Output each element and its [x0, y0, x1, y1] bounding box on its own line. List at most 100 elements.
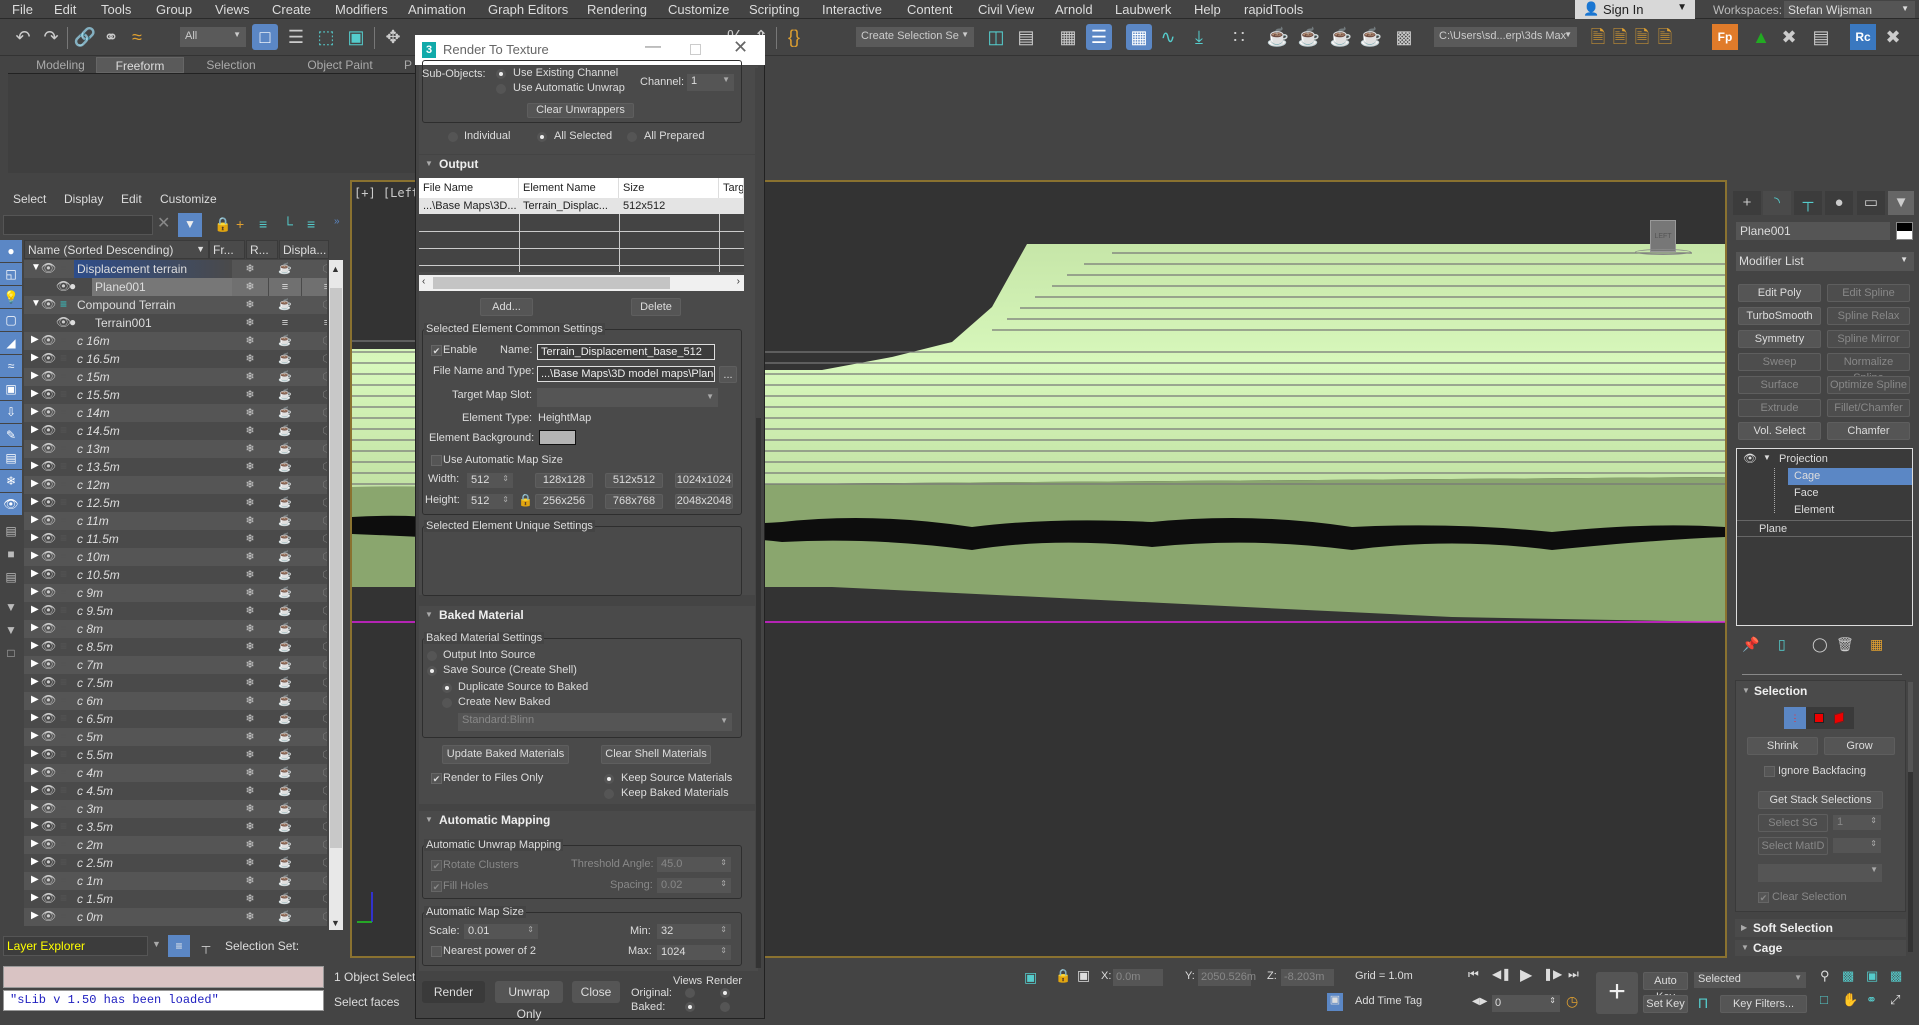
se-menu-select[interactable]: Select — [13, 192, 46, 206]
unlink-icon[interactable]: ⚭ — [98, 24, 124, 50]
expand-icon[interactable]: ▶ — [31, 658, 39, 669]
layer-icon[interactable]: ≡ — [60, 513, 67, 527]
modifier-button-edit-spline[interactable]: Edit Spline — [1827, 284, 1910, 302]
freeze-icon[interactable]: ❄ — [232, 890, 268, 908]
row-name[interactable]: c 4.5m — [74, 782, 232, 800]
height-spinner[interactable]: 512 ⇕ — [467, 494, 513, 509]
renderable-teapot-icon[interactable]: ☕ — [269, 836, 301, 854]
expand-icon[interactable]: ▶ — [31, 550, 39, 561]
close-icon[interactable]: ✕ — [733, 37, 748, 58]
layer-icon[interactable]: ≡ — [60, 729, 67, 743]
auto-map-size-checkbox[interactable] — [431, 455, 442, 466]
se-menu-edit[interactable]: Edit — [121, 192, 142, 206]
table-row[interactable]: ▶ 👁 ≡ c 9m ❄ ☕ ⬡ — [24, 584, 327, 602]
max-spinner[interactable]: 1024 ⇕ — [657, 945, 731, 960]
freeze-icon[interactable]: ❄ — [232, 386, 268, 404]
layer-icon[interactable]: ≡ — [60, 405, 67, 419]
display-box-icon[interactable]: ⬡ — [302, 836, 327, 854]
time-tag-icon[interactable]: ▣ — [1327, 993, 1343, 1011]
table-row[interactable]: ▶ 👁 ≡ c 11.5m ❄ ☕ ⬡ — [24, 530, 327, 548]
rc-tools-icon[interactable]: ✖ — [1880, 24, 1906, 50]
soft-selection-rollout[interactable]: ▶ Soft Selection — [1735, 919, 1906, 937]
render-setup-icon[interactable]: ☕ — [1265, 24, 1291, 50]
renderable-teapot-icon[interactable]: ☕ — [269, 872, 301, 890]
column-file-name[interactable]: File Name — [419, 178, 519, 198]
tools-icon[interactable]: ✖ — [1776, 24, 1802, 50]
table-row[interactable]: 👁 ● Plane001 ❄ ≡ ≡ — [24, 278, 327, 296]
enable-checkbox[interactable]: ✔ — [431, 345, 442, 356]
renderable-teapot-icon[interactable]: ☕ — [269, 422, 301, 440]
menu-views[interactable]: Views — [215, 2, 249, 17]
display-box-icon[interactable]: ⬡ — [302, 854, 327, 872]
freeze-icon[interactable]: ❄ — [232, 440, 268, 458]
display-box-icon[interactable]: ⬡ — [302, 476, 327, 494]
modifier-button-spline-mirror[interactable]: Spline Mirror — [1827, 330, 1910, 348]
layer-icon[interactable]: ≡ — [60, 747, 67, 761]
freeze-icon[interactable]: ❄ — [232, 602, 268, 620]
add-element-button[interactable]: Add... — [480, 298, 533, 316]
display-box-icon[interactable]: ⬡ — [302, 530, 327, 548]
table-row[interactable]: ▶ 👁 ≡ c 12.5m ❄ ☕ ⬡ — [24, 494, 327, 512]
eye-icon[interactable]: 👁 — [41, 459, 56, 473]
render-to-texture-icon[interactable]: ▩ — [1391, 24, 1417, 50]
baked-render-radio[interactable] — [720, 1002, 730, 1012]
expand-icon[interactable]: ▶ — [31, 496, 39, 507]
render-production-icon[interactable]: ☕ — [1328, 24, 1354, 50]
display-box-icon[interactable]: ⬡ — [302, 458, 327, 476]
row-name[interactable]: c 11m — [74, 512, 232, 530]
table-row[interactable]: ...\Base Maps\3D... Terrain_Displac... 5… — [419, 198, 744, 214]
table-row[interactable]: ▶ 👁 ≡ c 6m ❄ ☕ ⬡ — [24, 692, 327, 710]
frozen-filter-icon[interactable]: ❄ — [0, 470, 22, 492]
display-box-icon[interactable]: ⬡ — [302, 584, 327, 602]
row-name[interactable]: c 1m — [74, 872, 232, 890]
row-name[interactable]: c 7m — [74, 656, 232, 674]
freeze-icon[interactable]: ❄ — [232, 746, 268, 764]
freeze-icon[interactable]: ❄ — [232, 296, 268, 314]
freeze-icon[interactable]: ❄ — [232, 512, 268, 530]
clear-shell-materials-button[interactable]: Clear Shell Materials — [601, 745, 711, 764]
scrollbar-thumb[interactable] — [1908, 682, 1913, 772]
absolute-mode-icon[interactable]: ▣ — [1077, 967, 1090, 984]
fill-holes-checkbox[interactable]: ✔ — [431, 881, 442, 892]
scroll-left-icon[interactable]: ‹ — [422, 276, 425, 287]
sort-by-hierarchy-icon[interactable]: ┬ — [195, 935, 217, 957]
display-box-icon[interactable]: ⬡ — [302, 782, 327, 800]
layer-icon[interactable]: ≡ — [60, 261, 67, 275]
matid-spinner[interactable]: ⇕ — [1833, 838, 1881, 853]
layer-icon[interactable]: ≡ — [60, 693, 67, 707]
display-box-icon[interactable]: ⬡ — [302, 620, 327, 638]
eye-icon[interactable]: 👁 — [41, 693, 56, 707]
selection-filter-dropdown[interactable]: All ▼ — [180, 27, 246, 47]
clear-unwrappers-button[interactable]: Clear Unwrappers — [527, 103, 634, 118]
display-box-icon[interactable]: ⬡ — [302, 548, 327, 566]
material-editor-icon[interactable]: ∷ — [1226, 24, 1252, 50]
renderable-teapot-icon[interactable]: ☕ — [269, 368, 301, 386]
expand-icon[interactable]: ▶ — [31, 802, 39, 813]
output-into-source-radio[interactable] — [427, 651, 437, 661]
row-name[interactable]: c 12.5m — [74, 494, 232, 512]
layer-icon[interactable]: ≡ — [60, 567, 67, 581]
keep-source-materials-radio[interactable] — [604, 774, 614, 784]
menu-laubwerk[interactable]: Laubwerk — [1115, 2, 1171, 17]
object-name-field[interactable]: Plane001 — [1736, 222, 1890, 240]
layer-icon[interactable]: ≡ — [60, 585, 67, 599]
menu-customize[interactable]: Customize — [668, 2, 729, 17]
renderable-teapot-icon[interactable]: ☕ — [269, 458, 301, 476]
layer-icon[interactable]: ≡ — [60, 549, 67, 563]
eye-icon[interactable]: 👁 — [41, 585, 56, 599]
menu-interactive[interactable]: Interactive — [822, 2, 882, 17]
freeze-icon[interactable]: ❄ — [232, 710, 268, 728]
row-name[interactable]: c 6.5m — [74, 710, 232, 728]
scroll-up-icon[interactable]: ▲ — [331, 264, 340, 274]
display-box-icon[interactable]: ⬡ — [302, 800, 327, 818]
expand-icon[interactable]: ▶ — [31, 838, 39, 849]
freeze-icon[interactable]: ❄ — [232, 872, 268, 890]
layer-render-icon[interactable]: ≡ — [269, 314, 301, 332]
table-row[interactable]: ▶ 👁 ≡ c 10m ❄ ☕ ⬡ — [24, 548, 327, 566]
rendered-frame-window-icon[interactable]: ☕ — [1296, 24, 1322, 50]
element-mode-icon[interactable] — [1834, 711, 1844, 725]
row-name[interactable]: c 10.5m — [74, 566, 232, 584]
renderable-teapot-icon[interactable]: ☕ — [269, 728, 301, 746]
expand-icon[interactable]: ▶ — [31, 442, 39, 453]
project-structure-icon[interactable]: 🗎 — [1652, 24, 1678, 50]
